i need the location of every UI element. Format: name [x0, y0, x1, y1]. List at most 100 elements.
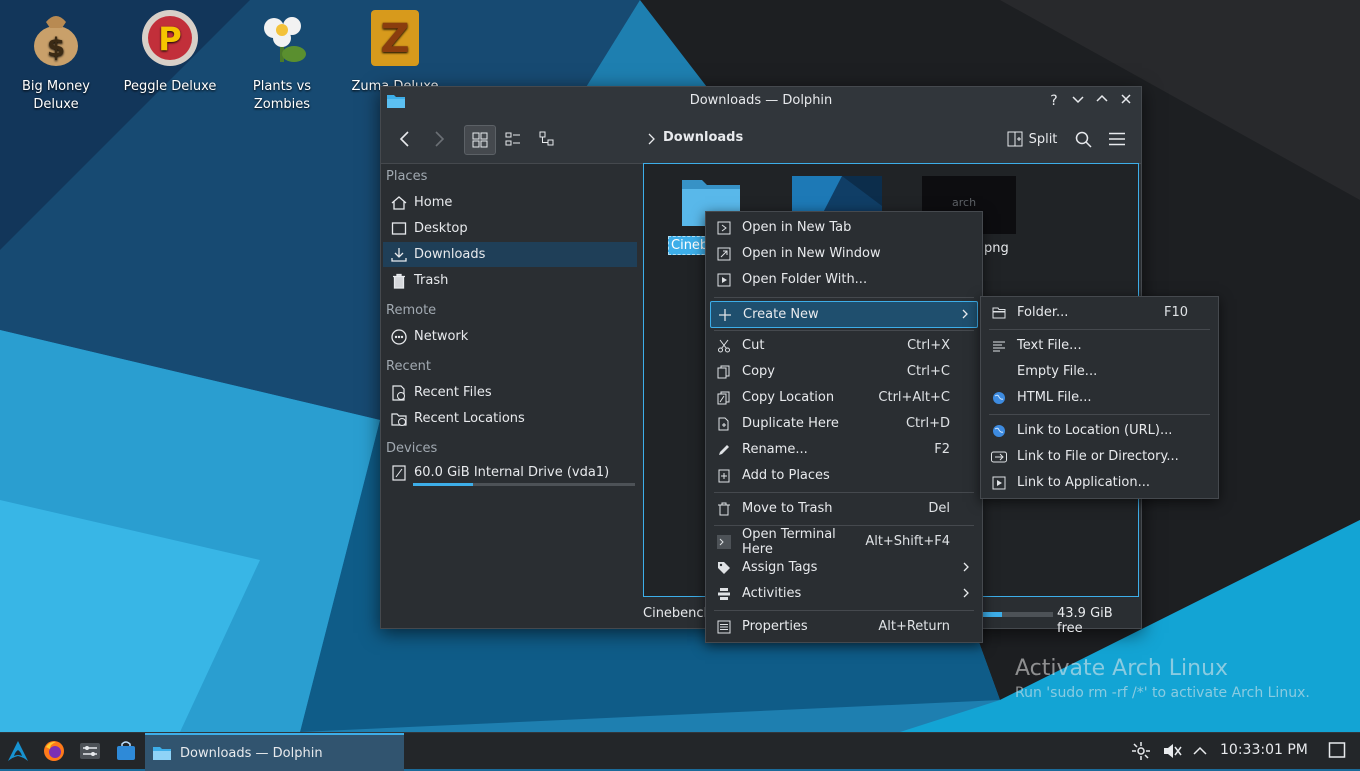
- menu-item-cut[interactable]: Cut Ctrl+X: [710, 333, 978, 358]
- window-title: Downloads — Dolphin: [689, 93, 833, 108]
- search-button[interactable]: [1071, 125, 1095, 153]
- chevron-right-icon: [963, 562, 969, 572]
- hamburger-icon: [1109, 132, 1125, 146]
- activation-watermark: Activate Arch Linux Run 'sudo rm -rf /*'…: [1015, 656, 1310, 701]
- create-new-submenu: Folder... F10 Text File... Empty File...…: [980, 296, 1219, 499]
- submenu-item-folder[interactable]: Folder... F10: [985, 300, 1214, 325]
- details-view-button[interactable]: [533, 125, 561, 153]
- discover-launcher[interactable]: [114, 739, 138, 763]
- chevron-down-icon: [1072, 96, 1084, 104]
- submenu-item-link-file[interactable]: Link to File or Directory...: [985, 444, 1214, 469]
- recent-locations-icon: [391, 412, 407, 426]
- compact-view-button[interactable]: [499, 125, 527, 153]
- menu-item-label: Duplicate Here: [742, 416, 839, 431]
- scissors-icon: [718, 339, 730, 352]
- split-button[interactable]: Split: [1005, 125, 1059, 153]
- taskbar: Downloads — Dolphin 10:33:01 PM: [0, 732, 1360, 771]
- help-button[interactable]: ?: [1044, 91, 1064, 111]
- clock[interactable]: 10:33:01 PM: [1220, 742, 1308, 758]
- chevron-up-icon: [1193, 746, 1207, 755]
- menu-item-add-to-places[interactable]: Add to Places: [710, 463, 978, 488]
- flower-icon: [264, 17, 306, 62]
- submenu-item-link-application[interactable]: Link to Application...: [985, 470, 1214, 495]
- breadcrumb-downloads[interactable]: Downloads: [663, 130, 743, 145]
- forward-button[interactable]: [427, 125, 451, 153]
- minimize-button[interactable]: [1068, 91, 1088, 111]
- desktop-icon-peggle[interactable]: P Peggle Deluxe: [120, 6, 220, 96]
- back-button[interactable]: [393, 125, 417, 153]
- volume-tray-button[interactable]: [1162, 741, 1182, 765]
- sidebar-item-recent-locations[interactable]: Recent Locations: [383, 406, 637, 431]
- globe-icon: [993, 424, 1005, 437]
- menu-item-copy-location[interactable]: Copy Location Ctrl+Alt+C: [710, 385, 978, 410]
- menu-separator: [714, 610, 974, 611]
- menu-item-activities[interactable]: Activities: [710, 581, 978, 606]
- new-window-icon: [717, 247, 731, 260]
- show-desktop-icon: [1328, 742, 1346, 758]
- tray-expander-button[interactable]: [1192, 741, 1208, 765]
- trash-icon: [718, 502, 730, 515]
- chevron-right-icon: [963, 588, 969, 598]
- menu-item-assign-tags[interactable]: Assign Tags: [710, 555, 978, 580]
- menu-item-label: Empty File...: [1017, 364, 1098, 379]
- submenu-item-html-file[interactable]: HTML File...: [985, 385, 1214, 410]
- menu-item-duplicate-here[interactable]: Duplicate Here Ctrl+D: [710, 411, 978, 436]
- sidebar-item-network[interactable]: Network: [383, 324, 637, 349]
- svg-text:Z: Z: [380, 16, 409, 62]
- window-titlebar[interactable]: Downloads — Dolphin ?: [381, 87, 1141, 115]
- menu-item-label: Copy: [742, 364, 775, 379]
- sidebar-item-label: Trash: [414, 273, 449, 288]
- menu-item-label: Open in New Tab: [742, 220, 852, 235]
- sidebar-item-home[interactable]: Home: [383, 190, 637, 215]
- menu-item-label: Properties: [742, 619, 808, 634]
- menu-item-rename[interactable]: Rename... F2: [710, 437, 978, 462]
- submenu-item-empty-file[interactable]: Empty File...: [985, 359, 1214, 384]
- network-tray-button[interactable]: [1131, 741, 1151, 765]
- menu-item-label: Text File...: [1017, 338, 1082, 353]
- sidebar-item-recent-files[interactable]: Recent Files: [383, 380, 637, 405]
- close-button[interactable]: [1116, 91, 1136, 111]
- menu-item-open-folder-with[interactable]: Open Folder With...: [710, 267, 978, 292]
- application-launcher[interactable]: [6, 739, 30, 763]
- desktop-icon-zuma[interactable]: Z Zuma Deluxe: [345, 6, 445, 96]
- svg-text:P: P: [158, 20, 181, 58]
- menu-item-label: Copy Location: [742, 390, 835, 405]
- menu-item-shortcut: F2: [934, 442, 950, 457]
- sidebar-item-desktop[interactable]: Desktop: [383, 216, 637, 241]
- desktop-icon-plants-vs-zombies[interactable]: Plants vs Zombies: [232, 6, 332, 114]
- menu-item-label: Link to Application...: [1017, 475, 1150, 490]
- submenu-item-link-url[interactable]: Link to Location (URL)...: [985, 418, 1214, 443]
- firefox-launcher[interactable]: [42, 739, 66, 763]
- pencil-icon: [719, 444, 729, 455]
- hamburger-menu-button[interactable]: [1105, 125, 1129, 153]
- maximize-button[interactable]: [1092, 91, 1112, 111]
- menu-item-label: Link to Location (URL)...: [1017, 423, 1173, 438]
- menu-item-properties[interactable]: Properties Alt+Return: [710, 614, 978, 639]
- show-desktop-button[interactable]: [1328, 741, 1346, 763]
- menu-item-move-to-trash[interactable]: Move to Trash Del: [710, 496, 978, 521]
- menu-item-create-new[interactable]: Create New: [710, 301, 978, 328]
- desktop-icon: [391, 221, 407, 235]
- split-label: Split: [1028, 131, 1058, 147]
- menu-item-copy[interactable]: Copy Ctrl+C: [710, 359, 978, 384]
- menu-item-shortcut: Del: [928, 501, 950, 516]
- sidebar-item-downloads[interactable]: Downloads: [383, 242, 637, 267]
- duplicate-icon: [718, 417, 729, 430]
- menu-item-label: Open Folder With...: [742, 272, 868, 287]
- menu-item-label: Rename...: [742, 442, 808, 457]
- menu-item-open-terminal[interactable]: Open Terminal Here Alt+Shift+F4: [710, 527, 978, 557]
- desktop-icon-label: Plants vs: [252, 79, 312, 94]
- menu-item-open-new-window[interactable]: Open in New Window: [710, 241, 978, 266]
- places-panel: Places Home Desktop Downloads Trash Remo…: [381, 164, 639, 603]
- desktop-icon-big-money[interactable]: $ Big Money Deluxe: [6, 6, 106, 114]
- icons-view-button[interactable]: [464, 125, 496, 155]
- sidebar-item-internal-drive[interactable]: 60.0 GiB Internal Drive (vda1): [383, 460, 637, 485]
- status-text: Cinebench: [643, 606, 712, 621]
- main-toolbar: Downloads Split: [381, 115, 1141, 164]
- sidebar-item-trash[interactable]: Trash: [383, 268, 637, 293]
- system-settings-launcher[interactable]: [78, 739, 102, 763]
- task-dolphin[interactable]: Downloads — Dolphin: [145, 733, 404, 771]
- menu-item-open-new-tab[interactable]: Open in New Tab: [710, 215, 978, 240]
- peggle-icon: P: [142, 10, 198, 66]
- submenu-item-text-file[interactable]: Text File...: [985, 333, 1214, 358]
